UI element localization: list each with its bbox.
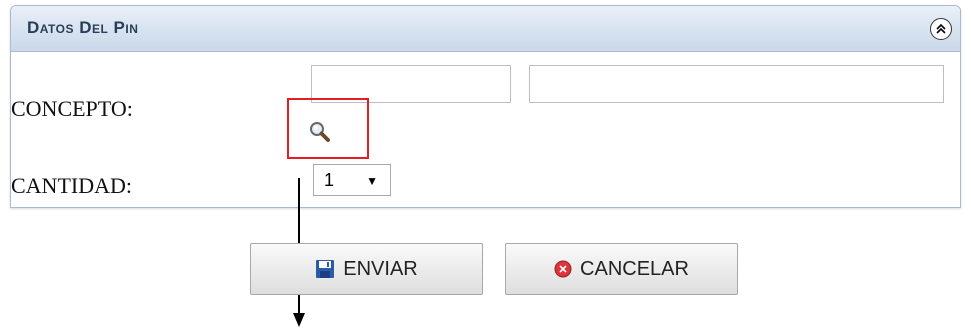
annotation-arrow-head-icon [293,313,305,327]
cancel-circle-icon [554,260,572,278]
cancelar-button[interactable]: CANCELAR [505,243,738,295]
collapse-button[interactable] [930,18,952,40]
cantidad-label: CANTIDAD: [11,173,132,198]
concepto-description-input[interactable] [529,65,944,103]
cancelar-label: CANCELAR [580,257,689,280]
chevron-double-up-icon [936,23,946,34]
concepto-label: CONCEPTO: [11,96,133,121]
panel-title: Datos Del Pin [27,18,139,37]
annotation-highlight-box [287,98,369,159]
datos-del-pin-panel: Datos Del Pin CONCEPTO: CANTIDAD: 1 ▼ [10,5,961,208]
floppy-disk-icon [316,260,335,278]
enviar-label: ENVIAR [343,257,418,280]
panel-header: Datos Del Pin [11,6,960,52]
cantidad-select[interactable]: 1 ▼ [313,164,391,196]
cantidad-selected-value: 1 [324,169,335,190]
enviar-button[interactable]: ENVIAR [250,243,483,295]
dropdown-caret-icon: ▼ [366,174,378,188]
